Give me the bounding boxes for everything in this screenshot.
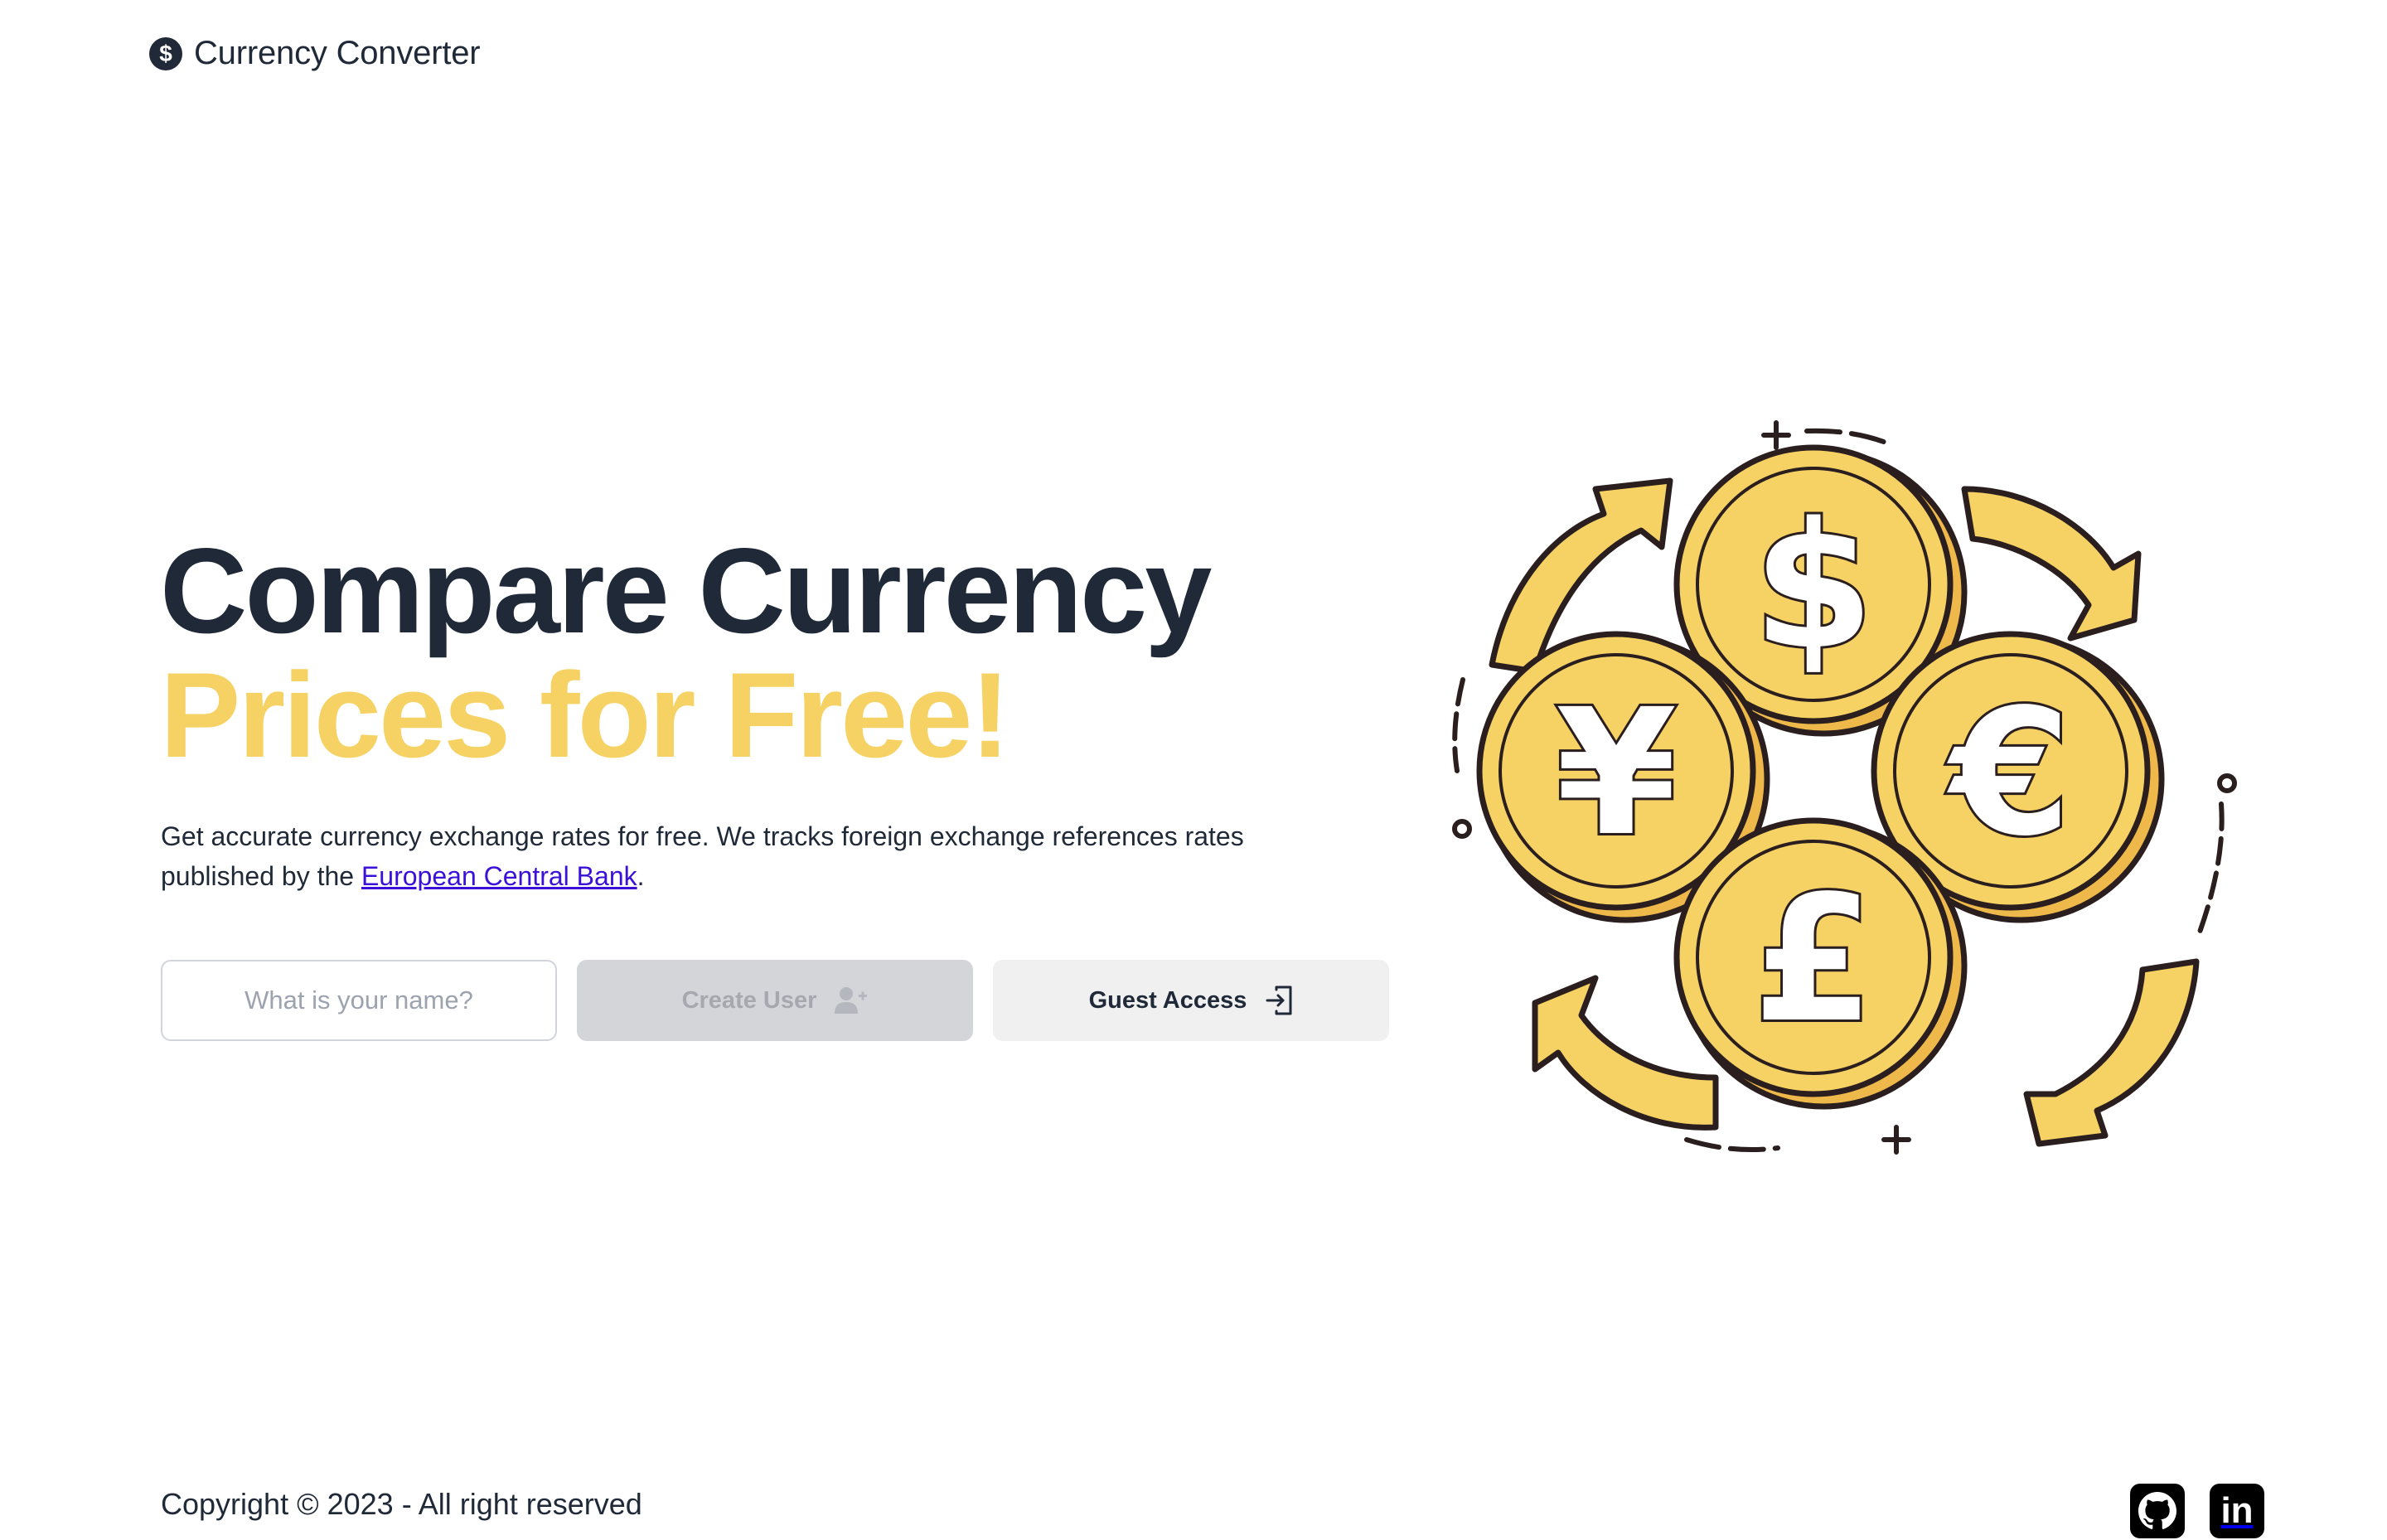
linkedin-glyph: in — [2220, 1490, 2254, 1531]
create-user-button[interactable]: Create User — [577, 960, 973, 1041]
name-input[interactable] — [161, 960, 557, 1041]
create-user-label: Create User — [681, 986, 817, 1014]
guest-access-button[interactable]: Guest Access — [993, 960, 1389, 1041]
user-form: Create User Guest Access — [161, 960, 1389, 1041]
ecb-link[interactable]: European Central Bank — [361, 861, 637, 891]
euro-symbol: € — [1947, 671, 2071, 874]
dollar-circle-icon: $ — [149, 36, 182, 70]
copyright-text: Copyright © 2023 - All right reserved — [161, 1487, 642, 1521]
guest-access-label: Guest Access — [1088, 986, 1247, 1014]
description-text: Get accurate currency exchange rates for… — [161, 821, 1244, 891]
currency-exchange-illustration: $ ¥ € £ — [1452, 420, 2237, 1155]
social-links: in — [2130, 1484, 2264, 1538]
github-glyph — [2138, 1492, 2176, 1529]
landing-page: $ Currency Converter Compare Currency Pr… — [0, 0, 2387, 1540]
yen-symbol: ¥ — [1556, 671, 1677, 874]
headline-line-2: Prices for Free! — [160, 647, 1010, 782]
headline-line-1: Compare Currency — [160, 523, 1212, 658]
brand-title: Currency Converter — [194, 35, 481, 71]
github-icon[interactable] — [2130, 1484, 2185, 1538]
pound-symbol: £ — [1753, 858, 1874, 1061]
description-suffix: . — [637, 861, 645, 891]
hero-headline: Compare Currency Prices for Free! — [160, 530, 1403, 776]
brand[interactable]: $ Currency Converter — [149, 35, 481, 72]
hero-description: Get accurate currency exchange rates for… — [161, 816, 1338, 896]
user-plus-icon — [835, 987, 868, 1014]
login-icon — [1266, 986, 1292, 1015]
linkedin-icon[interactable]: in — [2210, 1484, 2264, 1538]
dollar-symbol: $ — [1753, 485, 1874, 688]
